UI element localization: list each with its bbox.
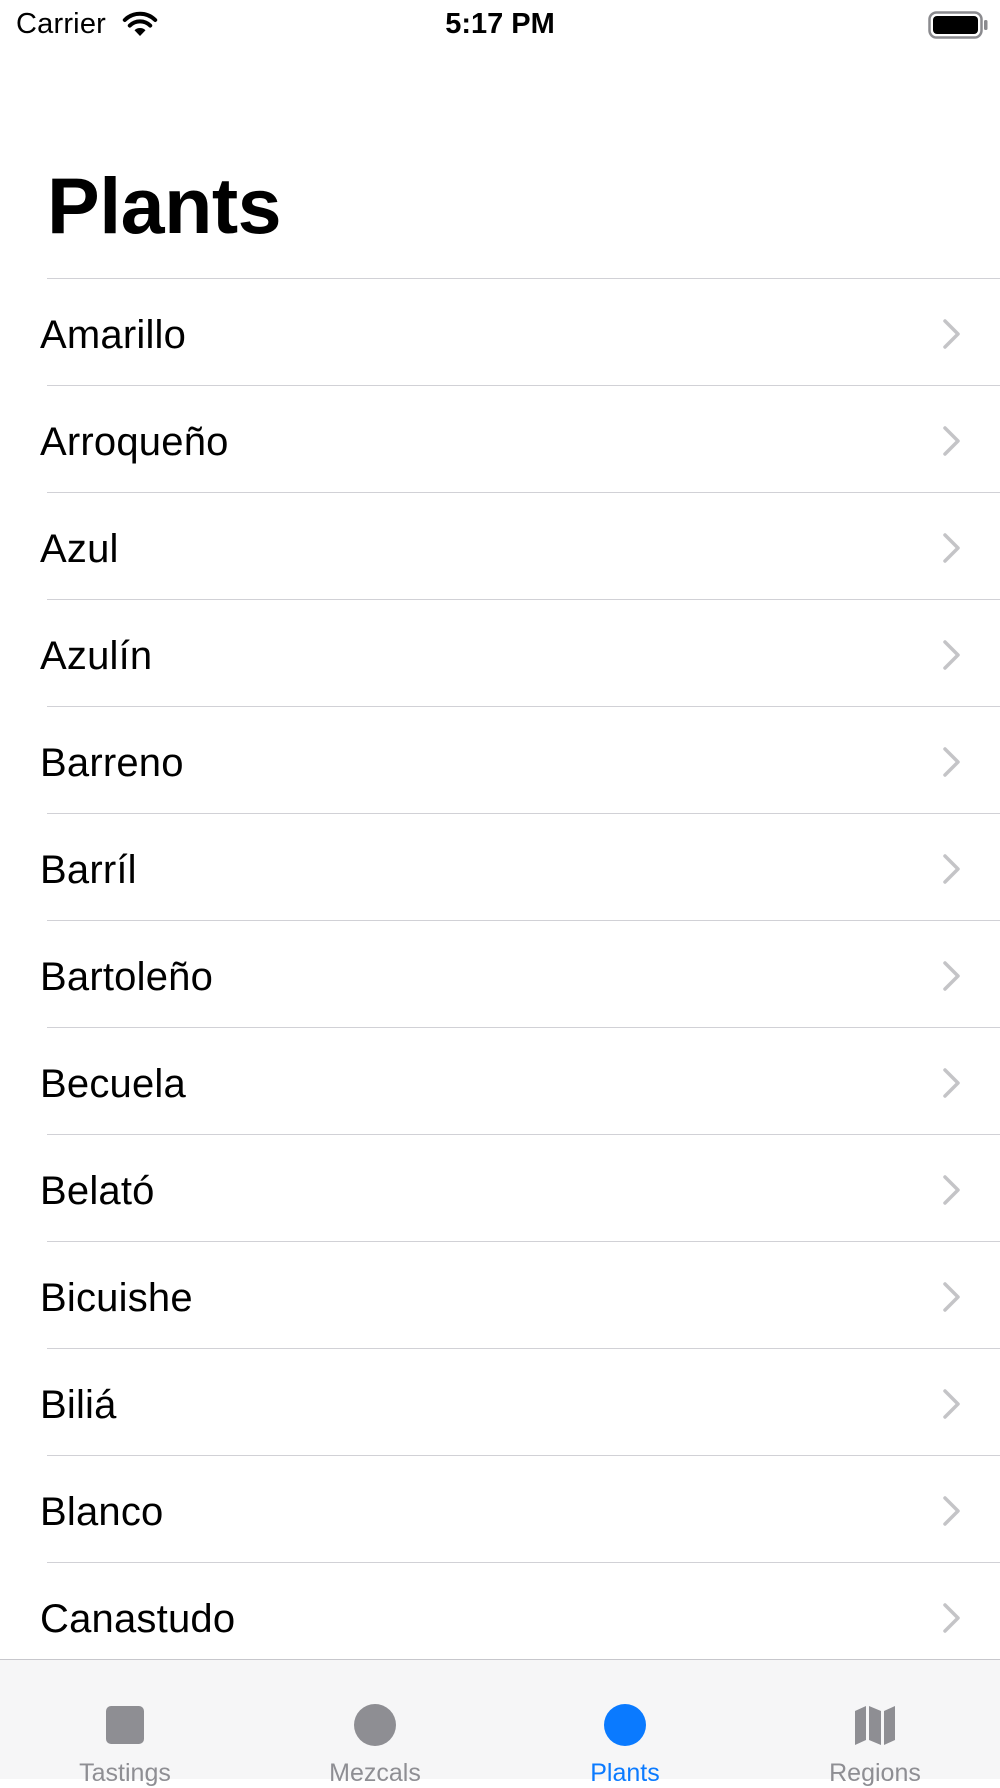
list-item-label: Barríl bbox=[40, 848, 137, 892]
list-item[interactable]: Blanco bbox=[0, 1456, 1000, 1563]
status-time: 5:17 PM bbox=[445, 8, 555, 40]
tab-bar: Tastings Mezcals Plants Regions bbox=[0, 1659, 1000, 1787]
list-item[interactable]: Arroqueño bbox=[0, 386, 1000, 493]
circle-icon bbox=[604, 1704, 646, 1746]
list-item-label: Canastudo bbox=[40, 1597, 236, 1641]
tab-label: Regions bbox=[829, 1759, 921, 1787]
tab-mezcals[interactable]: Mezcals bbox=[250, 1660, 500, 1787]
tab-regions[interactable]: Regions bbox=[750, 1660, 1000, 1787]
list-item[interactable]: Barreno bbox=[0, 707, 1000, 814]
chevron-right-icon bbox=[943, 747, 960, 777]
list-item-label: Azulín bbox=[40, 634, 153, 678]
page-title: Plants bbox=[47, 161, 282, 250]
list-item-label: Belató bbox=[40, 1169, 155, 1213]
list-item[interactable]: Canastudo bbox=[0, 1563, 1000, 1670]
list-item-label: Azul bbox=[40, 527, 119, 571]
tab-label: Plants bbox=[590, 1759, 660, 1787]
map-icon bbox=[855, 1706, 895, 1745]
chevron-right-icon bbox=[943, 1282, 960, 1312]
chevron-right-icon bbox=[943, 1389, 960, 1419]
list-item-label: Biliá bbox=[40, 1383, 117, 1427]
battery-icon bbox=[928, 11, 988, 39]
list-item-label: Barreno bbox=[40, 741, 184, 785]
chevron-right-icon bbox=[943, 1175, 960, 1205]
list-item[interactable]: Azul bbox=[0, 493, 1000, 600]
chevron-right-icon bbox=[943, 640, 960, 670]
list-item[interactable]: Becuela bbox=[0, 1028, 1000, 1135]
list-item[interactable]: Amarillo bbox=[0, 279, 1000, 386]
tab-plants[interactable]: Plants bbox=[500, 1660, 750, 1787]
chevron-right-icon bbox=[943, 1603, 960, 1633]
list-item[interactable]: Biliá bbox=[0, 1349, 1000, 1456]
chevron-right-icon bbox=[943, 319, 960, 349]
status-bar: Carrier 5:17 PM bbox=[0, 0, 1000, 52]
list-item[interactable]: Azulín bbox=[0, 600, 1000, 707]
chevron-right-icon bbox=[943, 1068, 960, 1098]
tab-label: Tastings bbox=[79, 1759, 171, 1787]
chevron-right-icon bbox=[943, 533, 960, 563]
chevron-right-icon bbox=[943, 961, 960, 991]
list-item-label: Arroqueño bbox=[40, 420, 229, 464]
list-item-label: Bartoleño bbox=[40, 955, 214, 999]
list-item-label: Bicuishe bbox=[40, 1276, 193, 1320]
tab-label: Mezcals bbox=[329, 1759, 421, 1787]
list-item-label: Blanco bbox=[40, 1490, 164, 1534]
list-item[interactable]: Bartoleño bbox=[0, 921, 1000, 1028]
list-item[interactable]: Barríl bbox=[0, 814, 1000, 921]
list-item[interactable]: Bicuishe bbox=[0, 1242, 1000, 1349]
list-item[interactable]: Belató bbox=[0, 1135, 1000, 1242]
chevron-right-icon bbox=[943, 854, 960, 884]
chevron-right-icon bbox=[943, 1496, 960, 1526]
square-icon bbox=[106, 1706, 144, 1744]
tab-tastings[interactable]: Tastings bbox=[0, 1660, 250, 1787]
plants-list: Amarillo Arroqueño Azul Azulín Barreno B… bbox=[0, 279, 1000, 1670]
list-item-label: Becuela bbox=[40, 1062, 186, 1106]
circle-icon bbox=[354, 1704, 396, 1746]
chevron-right-icon bbox=[943, 426, 960, 456]
list-item-label: Amarillo bbox=[40, 313, 187, 357]
